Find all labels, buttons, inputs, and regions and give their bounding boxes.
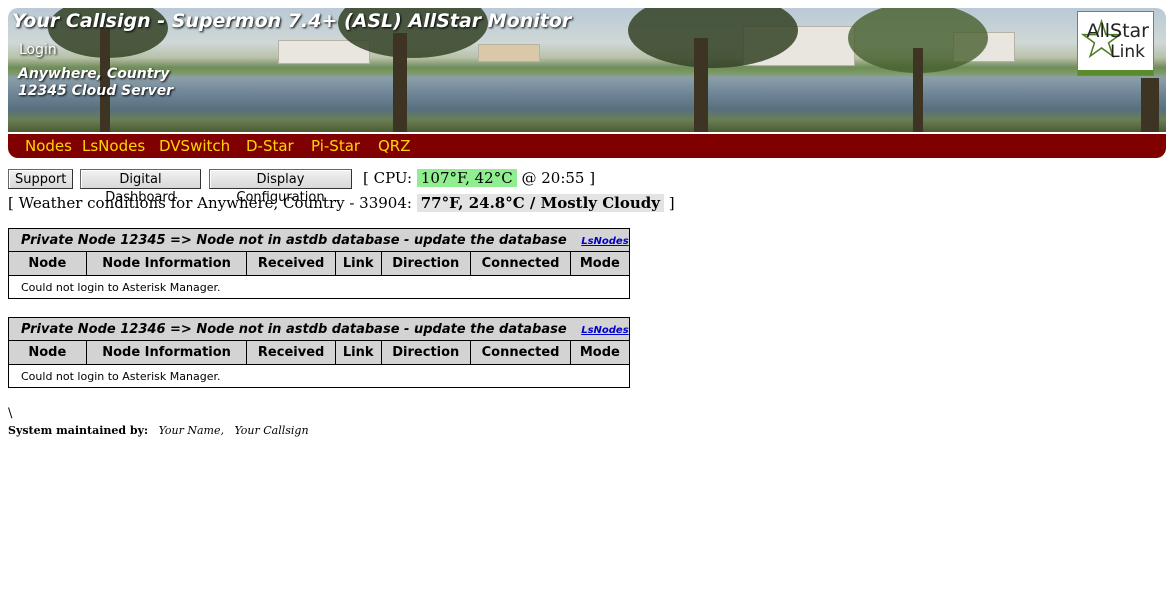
column-header-direction: Direction	[380, 251, 472, 276]
nav-lsnodes[interactable]: LsNodes	[82, 137, 145, 155]
nav-dstar[interactable]: D-Star	[246, 137, 294, 155]
node-title-text: Private Node 12346 => Node not in astdb …	[21, 321, 567, 337]
nav-bar: Nodes LsNodes DVSwitch D-Star Pi-Star QR…	[8, 134, 1166, 158]
login-link[interactable]: Login	[19, 42, 57, 58]
location-info: Anywhere, Country 12345 Cloud Server	[18, 66, 173, 100]
cpu-temperature: 107°F, 42°C	[416, 169, 517, 187]
nav-pistar[interactable]: Pi-Star	[311, 137, 360, 155]
support-button[interactable]: Support	[8, 169, 73, 189]
lsnodes-link[interactable]: LsNodes	[581, 236, 628, 247]
cpu-status: [ CPU: 107°F, 42°C @ 20:55 ]	[363, 169, 595, 187]
column-header-direction: Direction	[380, 340, 472, 365]
node-table-12345: Private Node 12345 => Node not in astdb …	[8, 228, 630, 299]
status-message: Could not login to Asterisk Manager.	[8, 364, 630, 388]
nav-dvswitch[interactable]: DVSwitch	[159, 137, 230, 155]
column-header-received: Received	[246, 251, 336, 276]
weather-suffix: ]	[668, 194, 675, 212]
weather-value: 77°F, 24.8°C / Mostly Cloudy	[416, 194, 664, 212]
column-header-node-information: Node Information	[85, 340, 248, 365]
weather-prefix: [ Weather conditions for Anywhere, Count…	[8, 194, 412, 212]
digital-dashboard-button[interactable]: Digital Dashboard	[80, 169, 201, 205]
column-header-mode: Mode	[570, 340, 630, 365]
cpu-time: @ 20:55 ]	[521, 169, 596, 187]
nav-qrz[interactable]: QRZ	[378, 137, 411, 155]
node-table-title: Private Node 12345 => Node not in astdb …	[8, 228, 630, 252]
stray-backslash: \	[8, 406, 13, 421]
logo-underline	[1078, 70, 1153, 75]
location-line-2: 12345 Cloud Server	[18, 83, 174, 99]
logo-text-link: Link	[1110, 42, 1145, 62]
maintainer-name: Your Name,	[158, 424, 224, 437]
column-header-node: Node	[8, 251, 87, 276]
column-header-connected: Connected	[469, 251, 572, 276]
maintained-label: System maintained by:	[8, 424, 149, 437]
column-header-link: Link	[334, 340, 382, 365]
column-header-node-information: Node Information	[85, 251, 248, 276]
column-header-node: Node	[8, 340, 87, 365]
maintainer-callsign: Your Callsign	[234, 424, 309, 437]
lsnodes-link[interactable]: LsNodes	[581, 325, 628, 336]
cpu-prefix: [ CPU:	[363, 169, 413, 187]
maintainer-info: System maintained by: Your Name, Your Ca…	[8, 424, 309, 437]
status-message: Could not login to Asterisk Manager.	[8, 275, 630, 299]
node-table-title: Private Node 12346 => Node not in astdb …	[8, 317, 630, 341]
allstarlink-logo[interactable]: ★ AllStar Link	[1077, 11, 1154, 76]
weather-status: [ Weather conditions for Anywhere, Count…	[8, 194, 675, 212]
logo-text-allstar: AllStar	[1086, 20, 1149, 42]
node-table-12346: Private Node 12346 => Node not in astdb …	[8, 317, 630, 388]
nav-nodes[interactable]: Nodes	[25, 137, 72, 155]
location-line-1: Anywhere, Country	[18, 66, 170, 82]
column-header-mode: Mode	[570, 251, 630, 276]
header-banner: Your Callsign - Supermon 7.4+ (ASL) AllS…	[8, 8, 1166, 132]
node-title-text: Private Node 12345 => Node not in astdb …	[21, 232, 567, 248]
page-title: Your Callsign - Supermon 7.4+ (ASL) AllS…	[12, 10, 572, 32]
column-header-received: Received	[246, 340, 336, 365]
column-header-connected: Connected	[469, 340, 572, 365]
display-configuration-button[interactable]: Display Configuration	[209, 169, 352, 205]
column-header-link: Link	[334, 251, 382, 276]
